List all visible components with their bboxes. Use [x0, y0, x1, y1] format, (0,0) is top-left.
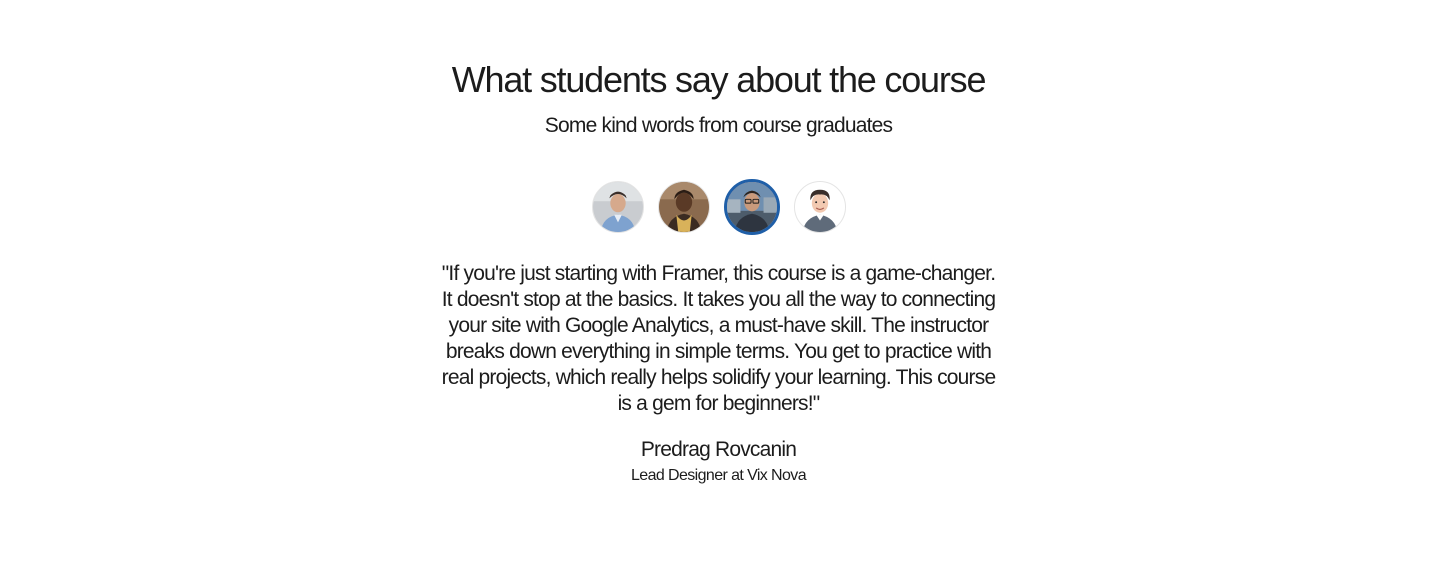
- illustrated-avatar-icon: [795, 182, 845, 232]
- testimonial-avatar-1[interactable]: [592, 181, 644, 233]
- avatar-selector: [592, 178, 846, 236]
- testimonial-author-role: Lead Designer at Vix Nova: [630, 467, 807, 484]
- section-heading: What students say about the course: [451, 59, 987, 100]
- testimonial-avatar-4[interactable]: [794, 181, 846, 233]
- person-avatar-icon: [659, 182, 709, 232]
- testimonial-avatar-2[interactable]: [658, 181, 710, 233]
- section-subheading: Some kind words from course graduates: [544, 114, 893, 137]
- testimonial-author-name: Predrag Rovcanin: [640, 438, 797, 461]
- testimonial-avatar-3-active[interactable]: [724, 179, 780, 235]
- testimonial-quote: "If you're just starting with Framer, th…: [441, 262, 997, 415]
- testimonials-section: What students say about the course Some …: [0, 0, 1437, 584]
- person-avatar-icon: [593, 182, 643, 232]
- person-avatar-icon: [727, 182, 777, 232]
